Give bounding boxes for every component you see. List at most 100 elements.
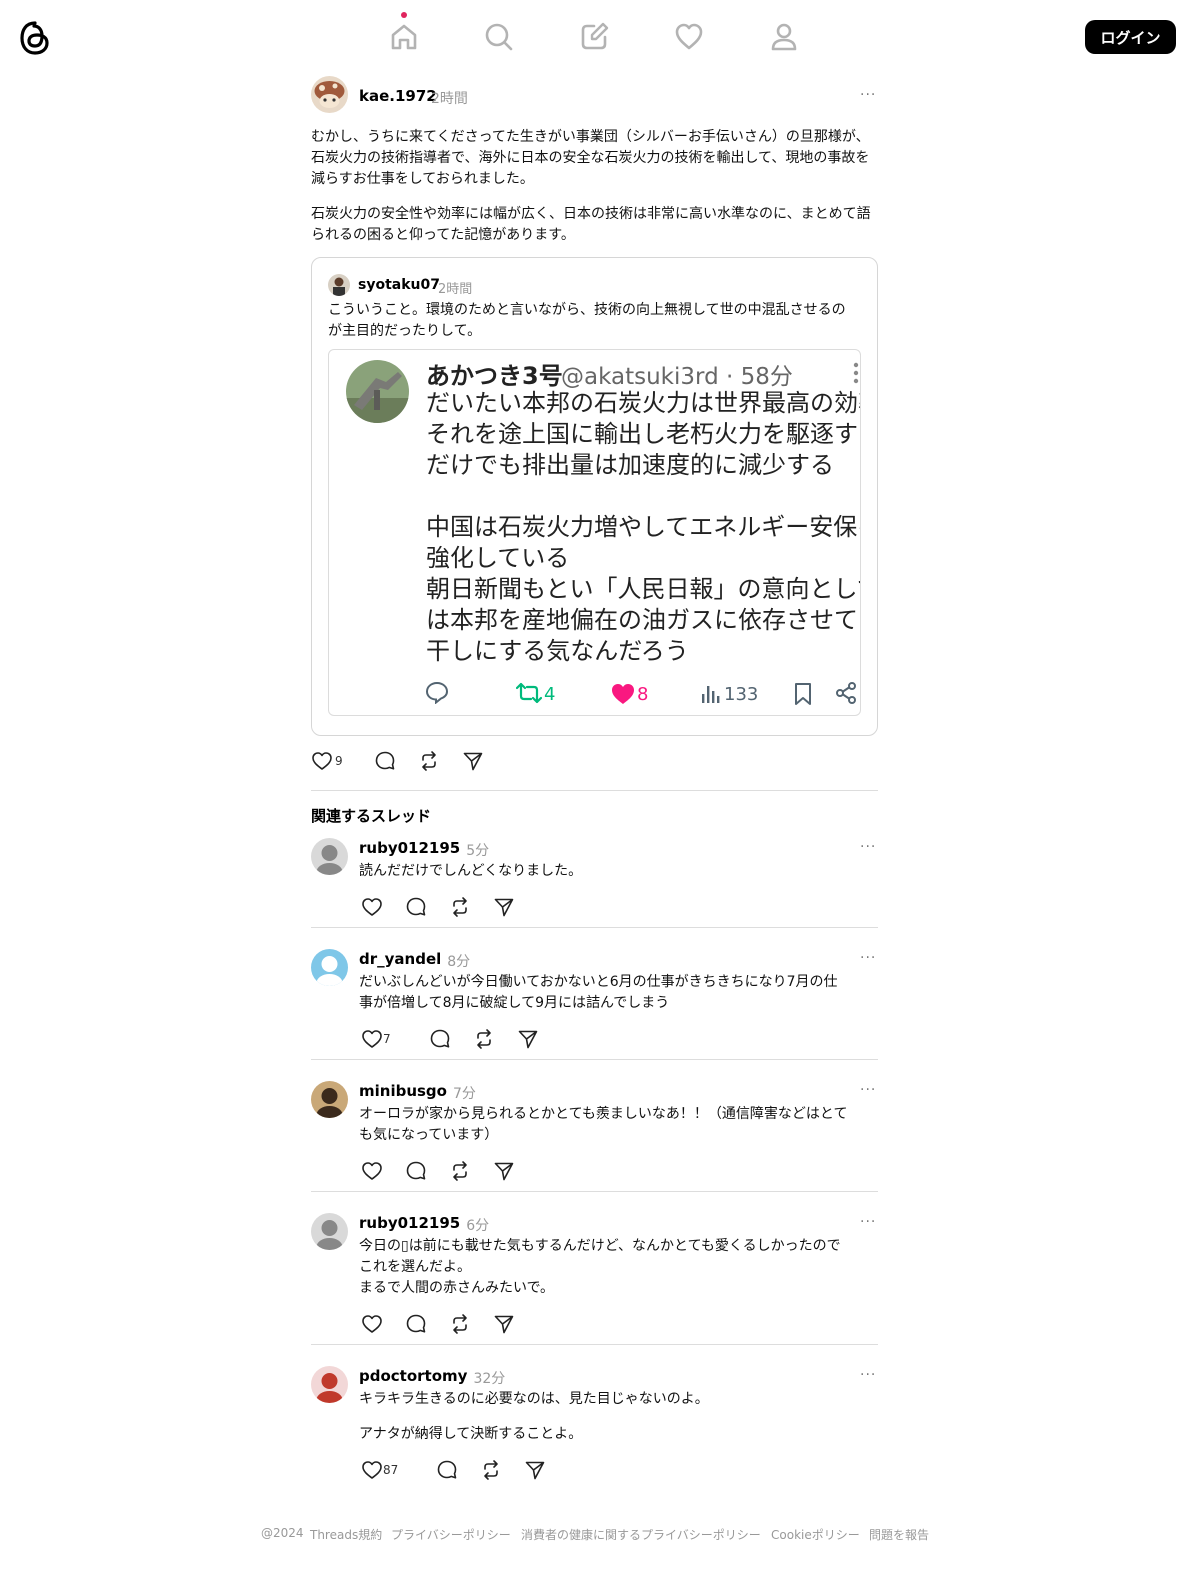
thread-username[interactable]: ruby012195	[359, 839, 460, 857]
login-button[interactable]: ログイン	[1085, 20, 1176, 54]
thread-text-line: これを選んだよ。	[359, 1259, 471, 1275]
thread-text-line: だいぶしんどいが今日働いておかないと6月の仕事がきちきちになり7月の仕	[359, 974, 838, 990]
thread-time: 8分	[447, 954, 471, 970]
tweet-author-name: あかつき3号	[426, 362, 563, 390]
share-icon[interactable]	[493, 1313, 515, 1335]
post-paragraph: むかし、うちに来てくださってた生きがい事業団（シルバーお手伝いさん）の旦那様が、…	[311, 129, 870, 187]
activity-heart-icon[interactable]	[673, 21, 705, 53]
thread-text-line: キラキラ生きるのに必要なのは、見た目じゃないのよ。	[359, 1391, 709, 1407]
share-icon[interactable]	[517, 1028, 539, 1050]
footer-copyright: @2024	[261, 1526, 304, 1540]
comment-icon[interactable]	[405, 1313, 427, 1335]
footer-privacy-link[interactable]: プライバシーポリシー	[391, 1526, 511, 1543]
like-icon[interactable]	[311, 750, 333, 772]
footer-cookie-link[interactable]: Cookieポリシー	[771, 1526, 860, 1543]
footer: @2024 Threads規約 プライバシーポリシー 消費者の健康に関するプライ…	[0, 1526, 1200, 1546]
notification-dot	[401, 12, 407, 18]
thread-text-line: 事が倍増して8月に破綻して9月には詰んでしまう	[359, 995, 670, 1011]
more-options-button[interactable]: ···	[860, 950, 876, 966]
footer-health-privacy-link[interactable]: 消費者の健康に関するプライバシーポリシー	[521, 1526, 761, 1543]
share-icon[interactable]	[524, 1459, 546, 1481]
more-options-button[interactable]: ···	[860, 839, 876, 855]
repost-icon[interactable]	[449, 896, 471, 918]
more-options-button[interactable]: ···	[860, 1214, 876, 1230]
comment-icon[interactable]	[405, 896, 427, 918]
embedded-tweet-image: あかつき3号 @akatsuki3rd · 58分 だいたい本邦の石炭火力は世界…	[328, 349, 861, 716]
share-icon[interactable]	[493, 896, 515, 918]
quote-text: こういうこと。環境のためと言いながら、技術の向上無視して世の中混乱させるのが主目…	[328, 302, 846, 339]
tweet-avatar	[346, 360, 409, 423]
post-time: 2時間	[431, 91, 468, 107]
quote-username[interactable]: syotaku07	[358, 277, 440, 293]
quoted-post[interactable]: syotaku07 2時間 こういうこと。環境のためと言いながら、技術の向上無視…	[311, 257, 878, 736]
repost-icon[interactable]	[449, 1313, 471, 1335]
compose-icon[interactable]	[578, 21, 610, 53]
thread-time: 5分	[466, 843, 490, 859]
thread-time: 6分	[466, 1218, 490, 1234]
tweet-more-icon	[853, 362, 859, 384]
like-icon[interactable]	[361, 896, 383, 918]
tweet-retweet-count: 4	[544, 684, 556, 705]
related-threads-title: 関連するスレッド	[311, 807, 432, 825]
avatar[interactable]	[311, 838, 348, 875]
post-paragraph: 石炭火力の安全性や効率には幅が広く、日本の技術は非常に高い水準なのに、まとめて語…	[311, 206, 871, 243]
like-icon[interactable]	[361, 1028, 383, 1050]
more-options-button[interactable]: ···	[860, 87, 876, 103]
divider	[311, 927, 878, 928]
like-count: 7	[383, 1032, 391, 1046]
like-icon[interactable]	[361, 1459, 383, 1481]
like-count: 87	[383, 1463, 399, 1477]
comment-icon[interactable]	[436, 1459, 458, 1481]
divider	[311, 790, 878, 791]
repost-icon[interactable]	[480, 1459, 502, 1481]
more-options-button[interactable]: ···	[860, 1082, 876, 1098]
like-count: 9	[335, 754, 343, 768]
tweet-views-icon	[702, 686, 720, 703]
avatar[interactable]	[311, 76, 348, 113]
more-options-button[interactable]: ···	[860, 1367, 876, 1383]
tweet-reply-icon	[425, 681, 449, 704]
like-icon[interactable]	[361, 1313, 383, 1335]
share-icon[interactable]	[493, 1160, 515, 1182]
thread-text-line: アナタが納得して決断することよ。	[359, 1426, 583, 1442]
profile-icon[interactable]	[768, 21, 800, 53]
thread-text-line: も気になっています）	[359, 1127, 499, 1143]
tweet-share-icon	[836, 682, 856, 704]
avatar[interactable]	[311, 1081, 348, 1118]
thread-time: 7分	[452, 1086, 476, 1102]
comment-icon[interactable]	[405, 1160, 427, 1182]
share-icon[interactable]	[462, 750, 484, 772]
tweet-like-count: 8	[637, 684, 649, 705]
thread-text-line: オーロラが家から見られるとかとても羨ましいなあ！！（通信障害などはとて	[359, 1106, 848, 1122]
divider	[311, 1191, 878, 1192]
search-icon[interactable]	[483, 21, 515, 53]
tweet-bookmark-icon	[795, 683, 811, 705]
thread-username[interactable]: ruby012195	[359, 1214, 460, 1232]
avatar[interactable]	[311, 1366, 348, 1403]
thread-username[interactable]: minibusgo	[359, 1082, 447, 1100]
footer-terms-link[interactable]: Threads規約	[310, 1526, 382, 1543]
repost-icon[interactable]	[418, 750, 440, 772]
repost-icon[interactable]	[449, 1160, 471, 1182]
thread-time: 32分	[473, 1371, 506, 1387]
like-icon[interactable]	[361, 1160, 383, 1182]
post-username[interactable]: kae.1972	[359, 87, 437, 105]
thread-text-line: 読んだだけでしんどくなりました。	[359, 863, 583, 879]
footer-report-link[interactable]: 問題を報告	[869, 1526, 929, 1543]
tweet-like-icon	[612, 684, 634, 704]
thread-username[interactable]: dr_yandel	[359, 950, 441, 968]
avatar[interactable]	[311, 949, 348, 986]
comment-icon[interactable]	[374, 750, 396, 772]
thread-text-line: 今日の▯​は前にも載せた気もするんだけど、なんかとても愛くるしかったので	[359, 1238, 841, 1254]
home-icon[interactable]	[388, 21, 420, 53]
comment-icon[interactable]	[429, 1028, 451, 1050]
thread-text-line: まるで人間の赤さんみたいで。	[359, 1280, 555, 1296]
repost-icon[interactable]	[473, 1028, 495, 1050]
avatar[interactable]	[311, 1213, 348, 1250]
divider	[311, 1059, 878, 1060]
avatar[interactable]	[328, 274, 350, 296]
thread-username[interactable]: pdoctortomy	[359, 1367, 467, 1385]
threads-logo-icon[interactable]	[18, 20, 52, 56]
quote-time: 2時間	[438, 282, 473, 297]
tweet-retweet-icon	[516, 682, 542, 704]
